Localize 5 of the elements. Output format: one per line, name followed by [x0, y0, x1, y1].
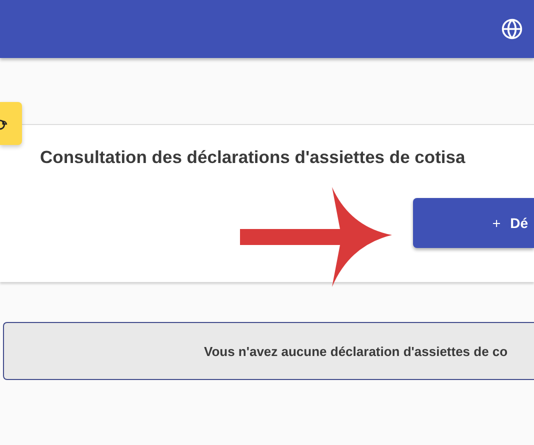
- empty-message: Vous n'avez aucune déclaration d'assiettes de co: [204, 344, 508, 358]
- add-button[interactable]: Dé: [413, 198, 534, 248]
- globe-icon[interactable]: [501, 18, 523, 40]
- feedback-tab[interactable]: [0, 102, 22, 145]
- page-title: Consultation des déclarations d'assiettes de cotisa: [39, 146, 466, 168]
